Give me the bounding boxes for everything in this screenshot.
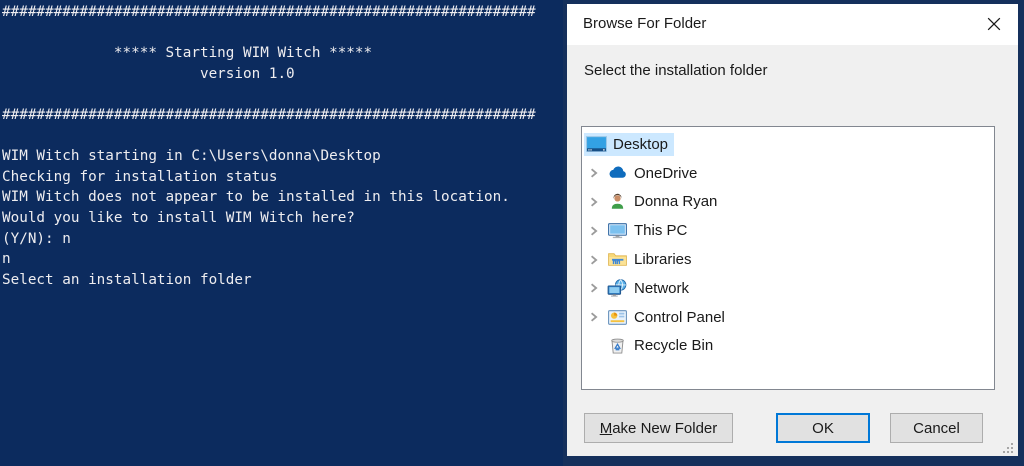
console-output: ########################################… (2, 4, 536, 288)
chevron-right-icon[interactable] (588, 196, 600, 208)
this-pc-icon (607, 220, 628, 241)
tree-item-label: OneDrive (634, 164, 698, 182)
tree-item-donna-ryan[interactable]: Donna Ryan (582, 188, 994, 217)
chevron-right-icon[interactable] (588, 282, 600, 294)
tree-item-desktop[interactable]: Desktop (582, 130, 994, 159)
tree-item-label: Libraries (634, 251, 692, 269)
close-icon[interactable] (986, 16, 1002, 32)
recycle-bin-icon (607, 335, 628, 356)
folder-tree[interactable]: Desktop OneDrive Donna Ryan This PC Libr… (581, 126, 995, 390)
dialog-titlebar[interactable]: Browse For Folder (567, 4, 1018, 45)
tree-item-label: Recycle Bin (634, 337, 714, 355)
powershell-console-window[interactable]: ########################################… (0, 0, 563, 466)
dialog-title: Browse For Folder (583, 15, 707, 32)
tree-item-libraries[interactable]: Libraries (582, 245, 994, 274)
chevron-right-icon[interactable] (588, 167, 600, 179)
prompt-label: Select the installation folder (584, 62, 768, 79)
cancel-button[interactable]: Cancel (890, 413, 983, 443)
tree-item-this-pc[interactable]: This PC (582, 216, 994, 245)
tree-item-label: This PC (634, 222, 688, 240)
tree-item-label: Donna Ryan (634, 193, 718, 211)
tree-item-recycle-bin[interactable]: Recycle Bin (582, 332, 994, 361)
tree-item-network[interactable]: Network (582, 274, 994, 303)
tree-item-onedrive[interactable]: OneDrive (582, 159, 994, 188)
resize-grip-icon[interactable] (1002, 442, 1015, 455)
browse-for-folder-dialog: Browse For Folder Select the installatio… (563, 0, 1024, 466)
libraries-icon (607, 249, 628, 270)
tree-item-label: Network (634, 279, 690, 297)
chevron-right-icon[interactable] (588, 254, 600, 266)
control-panel-icon (607, 307, 628, 328)
onedrive-icon (607, 163, 628, 184)
user-icon (607, 191, 628, 212)
chevron-right-icon[interactable] (588, 225, 600, 237)
desktop-icon (586, 134, 607, 155)
chevron-right-icon[interactable] (588, 311, 600, 323)
tree-item-label: Control Panel (634, 308, 725, 326)
network-icon (607, 278, 628, 299)
make-new-folder-label: ake New Folder (612, 419, 718, 437)
tree-item-control-panel[interactable]: Control Panel (582, 303, 994, 332)
ok-button[interactable]: OK (776, 413, 870, 443)
make-new-folder-button[interactable]: Make New Folder (584, 413, 733, 443)
tree-item-label: Desktop (613, 135, 669, 153)
make-new-folder-mnemonic: M (599, 419, 613, 437)
